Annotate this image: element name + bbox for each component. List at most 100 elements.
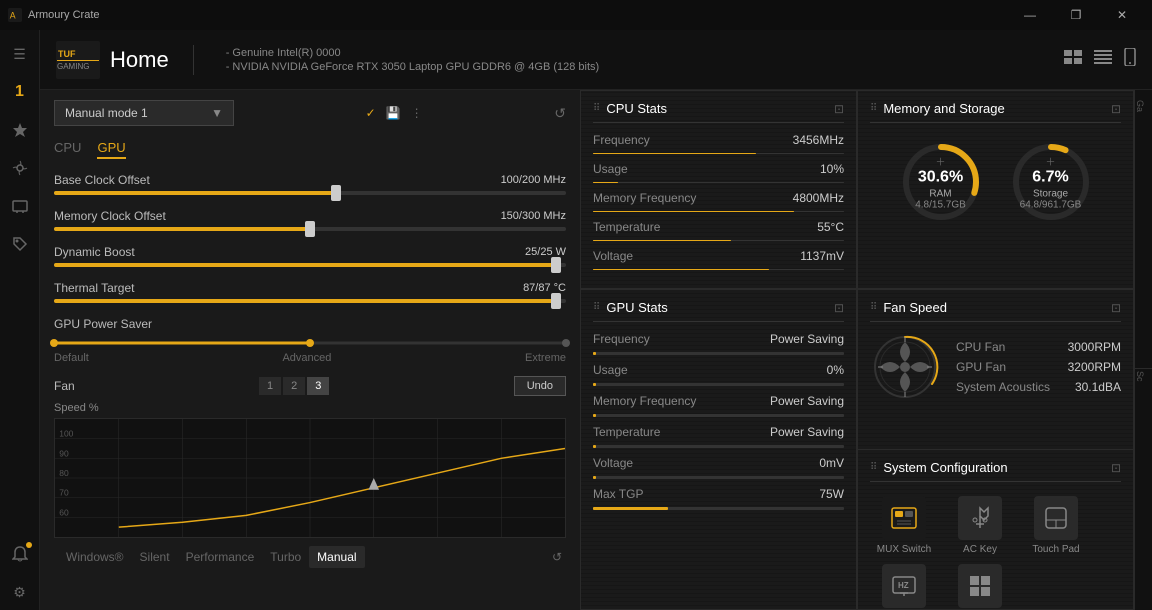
fan-stats: CPU Fan 3000RPM GPU Fan 3200RPM System A… <box>956 340 1121 394</box>
ram-label: RAM <box>915 189 966 200</box>
more-options-icon[interactable]: ⋮ <box>411 106 423 120</box>
base-clock-fill <box>54 191 336 195</box>
power-saver-labels: Default Advanced Extreme <box>54 352 566 364</box>
memory-clock-thumb[interactable] <box>305 221 315 237</box>
cpu-voltage-bar <box>593 269 844 270</box>
gpu-temp-label: Temperature <box>593 425 660 439</box>
cpu-frequency-bar <box>593 153 844 154</box>
maximize-button[interactable]: ❐ <box>1054 0 1098 30</box>
cpu-temp-value: 55°C <box>817 220 844 234</box>
view-grid-icon[interactable] <box>1064 50 1082 69</box>
memory-storage-card: ⠿ Memory and Storage ⊡ <box>857 90 1134 289</box>
gpu-voltage-label: Voltage <box>593 456 633 470</box>
view-list-icon[interactable] <box>1094 50 1112 69</box>
ram-used: 4.8/15.7GB <box>915 200 966 211</box>
apply-check-icon[interactable]: ✓ <box>366 106 376 120</box>
sidebar-aura-icon[interactable] <box>2 112 38 148</box>
base-clock-label: Base Clock Offset <box>54 173 150 187</box>
thermal-target-thumb[interactable] <box>551 293 561 309</box>
tab-manual[interactable]: Manual <box>309 546 364 568</box>
refresh-icon[interactable]: ↺ <box>554 105 566 122</box>
memory-storage-expand-icon[interactable]: ⊡ <box>1111 102 1121 116</box>
gpu-power-saver-row: GPU Power Saver Default Advanced Extreme <box>54 317 566 364</box>
cpu-fan-value: 3000RPM <box>1068 340 1121 354</box>
fan-mode-3-button[interactable]: 3 <box>307 377 329 395</box>
power-saver-slider[interactable] <box>54 337 566 349</box>
base-clock-track[interactable] <box>54 191 566 195</box>
sysconfig-ac-key[interactable]: AC Key <box>946 496 1014 556</box>
tab-silent[interactable]: Silent <box>132 546 178 568</box>
cpu-temp-row: Temperature 55°C <box>593 220 844 234</box>
gpu-stats-expand-icon[interactable]: ⊡ <box>834 301 844 315</box>
cpu-voltage-row: Voltage 1137mV <box>593 249 844 263</box>
sidebar-scenario-icon[interactable] <box>2 188 38 224</box>
cpu-frequency-label: Frequency <box>593 133 650 147</box>
sysconfig-expand-icon[interactable]: ⊡ <box>1111 461 1121 475</box>
memory-clock-label: Memory Clock Offset <box>54 209 166 223</box>
mode-select-dropdown[interactable]: Manual mode 1 ▼ <box>54 100 234 126</box>
gpu-temp-value: Power Saving <box>770 425 844 439</box>
save-icon[interactable]: 💾 <box>386 106 401 120</box>
fan-header: Fan 1 2 3 Undo <box>54 376 566 396</box>
gpu-voltage-bar <box>593 476 844 479</box>
gpu-fan-value: 3200RPM <box>1068 360 1121 374</box>
dynamic-boost-thumb[interactable] <box>551 257 561 273</box>
fan-speed-title: Fan Speed <box>883 300 947 315</box>
sidebar-fan-icon[interactable] <box>2 150 38 186</box>
memory-clock-track[interactable] <box>54 227 566 231</box>
cpu-mem-freq-bar <box>593 211 844 212</box>
gpu-stats-grip-icon: ⠿ <box>593 302 600 313</box>
sidebar-profile-icon[interactable]: 1 <box>2 74 38 110</box>
bottom-tabs: Windows® Silent Performance Turbo Manual… <box>54 546 566 568</box>
sysconfig-panel-power-saver[interactable]: HZ Panel Power Saver <box>870 564 938 609</box>
tab-gpu[interactable]: GPU <box>97 138 125 159</box>
main-content: Manual mode 1 ▼ ✓ 💾 ⋮ ↺ CPU GPU <box>40 90 1152 610</box>
gpu-frequency-value: Power Saving <box>770 332 844 346</box>
tab-cpu[interactable]: CPU <box>54 138 81 159</box>
dynamic-boost-track[interactable] <box>54 263 566 267</box>
sidebar-tag-icon[interactable] <box>2 226 38 262</box>
gpu-usage-label: Usage <box>593 363 628 377</box>
fan-mode-2-button[interactable]: 2 <box>283 377 305 395</box>
gpu-mem-freq-value: Power Saving <box>770 394 844 408</box>
ac-key-label: AC Key <box>963 544 997 556</box>
sysconfig-mux-switch[interactable]: MUX Switch <box>870 496 938 556</box>
header-spec2: NVIDIA NVIDIA GeForce RTX 3050 Laptop GP… <box>226 61 600 73</box>
reset-icon[interactable]: ↺ <box>552 550 562 564</box>
fan-speed-title-row: ⠿ Fan Speed ⊡ <box>870 300 1121 322</box>
sysconfig-items: MUX Switch <box>870 496 1121 609</box>
cpu-stats-card: ⠿ CPU Stats ⊡ Frequency 3456MHz Usage 10… <box>580 90 857 289</box>
gpu-stats-title-row: ⠿ GPU Stats ⊡ <box>593 300 844 322</box>
tab-windows[interactable]: Windows® <box>58 546 132 568</box>
cpu-fan-row: CPU Fan 3000RPM <box>956 340 1121 354</box>
power-saver-dot3 <box>562 339 570 347</box>
sidebar-settings-icon[interactable]: ⚙ <box>2 574 38 610</box>
sysconfig-win-key[interactable]: Win Key <box>946 564 1014 609</box>
sidebar-notification-icon[interactable] <box>2 536 38 572</box>
close-button[interactable]: ✕ <box>1100 0 1144 30</box>
base-clock-thumb[interactable] <box>331 185 341 201</box>
touch-pad-label: Touch Pad <box>1032 544 1079 556</box>
label-advanced: Advanced <box>282 352 331 364</box>
tab-performance[interactable]: Performance <box>178 546 263 568</box>
thermal-target-track[interactable] <box>54 299 566 303</box>
cpu-usage-row: Usage 10% <box>593 162 844 176</box>
undo-button[interactable]: Undo <box>514 376 566 396</box>
gpu-maxtgp-bar <box>593 507 844 510</box>
sidebar-menu-icon[interactable]: ☰ <box>2 36 38 72</box>
sysconfig-touch-pad[interactable]: Touch Pad <box>1022 496 1090 556</box>
header-right <box>1064 48 1136 71</box>
svg-text:80: 80 <box>59 469 69 478</box>
cpu-stats-expand-icon[interactable]: ⊡ <box>834 102 844 116</box>
view-mobile-icon[interactable] <box>1124 48 1136 71</box>
tab-turbo[interactable]: Turbo <box>262 546 309 568</box>
fan-speed-expand-icon[interactable]: ⊡ <box>1111 301 1121 315</box>
storage-label: Storage <box>1020 189 1082 200</box>
cpu-frequency-row: Frequency 3456MHz <box>593 133 844 147</box>
minimize-button[interactable]: — <box>1008 0 1052 30</box>
memory-clock-fill <box>54 227 310 231</box>
right-panel: ⠿ CPU Stats ⊡ Frequency 3456MHz Usage 10… <box>580 90 1134 610</box>
label-default: Default <box>54 352 89 364</box>
svg-text:100: 100 <box>59 430 74 439</box>
fan-mode-1-button[interactable]: 1 <box>259 377 281 395</box>
